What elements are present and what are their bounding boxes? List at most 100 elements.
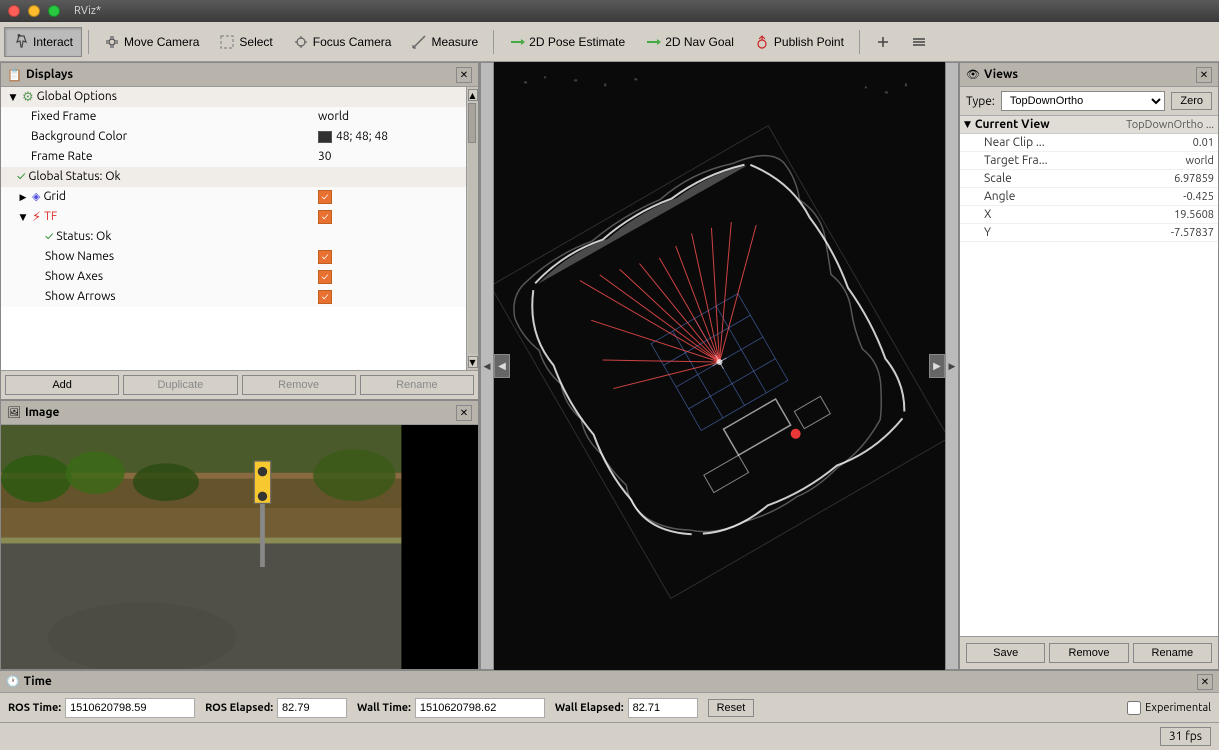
show-arrows-label: Show Arrows <box>45 288 116 306</box>
nav-goal-button[interactable]: 2D Nav Goal <box>636 27 743 57</box>
show-names-checkbox[interactable]: ✓ <box>318 250 332 264</box>
views-panel: 👁 Views ✕ Type: TopDownOrtho Zero ▼ Curr… <box>959 62 1219 670</box>
global-status-label: Global Status: Ok <box>28 168 120 186</box>
viewport[interactable]: ◀ ▶ <box>494 62 945 670</box>
target-frame-row[interactable]: Target Fra... world <box>960 152 1218 170</box>
views-remove-button[interactable]: Remove <box>1049 643 1128 663</box>
wall-elapsed-input[interactable] <box>628 698 698 718</box>
extra-tool-button[interactable] <box>866 27 900 57</box>
time-close-button[interactable]: ✕ <box>1197 674 1213 690</box>
add-button[interactable]: Add <box>5 375 119 395</box>
tf-status-label: Status: Ok <box>56 228 111 246</box>
measure-button[interactable]: Measure <box>402 27 487 57</box>
scale-label: Scale <box>984 172 1174 185</box>
grid-expand[interactable]: ▶ <box>17 191 29 203</box>
viewport-right-arrow[interactable]: ▶ <box>929 354 945 378</box>
show-axes-checkbox[interactable]: ✓ <box>318 270 332 284</box>
camera-image <box>1 425 478 669</box>
displays-panel: 📋 Displays ✕ ▼ ⚙ Global Options <box>0 62 479 400</box>
pose-estimate-button[interactable]: 2D Pose Estimate <box>500 27 634 57</box>
views-close-button[interactable]: ✕ <box>1196 67 1212 83</box>
near-clip-row[interactable]: Near Clip ... 0.01 <box>960 134 1218 152</box>
background-color-label: Background Color <box>31 128 127 146</box>
views-rename-button[interactable]: Rename <box>1133 643 1212 663</box>
current-view-header[interactable]: ▼ Current View TopDownOrtho ... <box>960 116 1218 134</box>
zero-button[interactable]: Zero <box>1171 92 1212 110</box>
more-tools-button[interactable] <box>902 27 936 57</box>
ros-time-input[interactable] <box>65 698 195 718</box>
wall-elapsed-label: Wall Elapsed: <box>555 702 624 714</box>
fixed-frame-item[interactable]: Fixed Frame world <box>1 107 466 127</box>
nav-goal-icon <box>645 34 661 50</box>
toolbar-separator-2 <box>493 30 494 54</box>
show-arrows-checkbox[interactable]: ✓ <box>318 290 332 304</box>
maximize-btn[interactable] <box>48 5 60 17</box>
background-color-item[interactable]: Background Color 48; 48; 48 <box>1 127 466 147</box>
ros-elapsed-input[interactable] <box>277 698 347 718</box>
expand-arrow[interactable]: ▼ <box>7 91 19 103</box>
measure-icon <box>411 34 427 50</box>
remove-button[interactable]: Remove <box>242 375 356 395</box>
tf-checkbox[interactable]: ✓ <box>318 210 332 224</box>
publish-point-button[interactable]: Publish Point <box>745 27 853 57</box>
ros-time-label: ROS Time: <box>8 702 61 714</box>
x-row[interactable]: X 19.5608 <box>960 206 1218 224</box>
grid-item[interactable]: ▶ ◈ Grid ✓ <box>1 187 466 207</box>
x-label: X <box>984 208 1174 221</box>
image-close-button[interactable]: ✕ <box>456 405 472 421</box>
scale-value: 6.97859 <box>1174 173 1214 185</box>
focus-camera-button[interactable]: Focus Camera <box>284 27 401 57</box>
close-btn[interactable] <box>8 5 20 17</box>
clock-icon: 🕐 <box>6 675 20 688</box>
global-options-item[interactable]: ▼ ⚙ Global Options <box>1 87 466 107</box>
tf-expand[interactable]: ▼ <box>17 211 29 223</box>
settings-icon: ⚙ <box>22 88 34 106</box>
move-camera-button[interactable]: Move Camera <box>95 27 208 57</box>
left-collapse-arrow[interactable]: ◀ <box>480 62 494 670</box>
left-panel: 📋 Displays ✕ ▼ ⚙ Global Options <box>0 62 480 670</box>
scroll-up-arrow[interactable]: ▲ <box>468 89 478 101</box>
current-view-expand[interactable]: ▼ <box>964 119 971 130</box>
show-axes-item[interactable]: Show Axes ✓ <box>1 267 466 287</box>
minimize-btn[interactable] <box>28 5 40 17</box>
show-names-item[interactable]: Show Names ✓ <box>1 247 466 267</box>
grid-checkbox[interactable]: ✓ <box>318 190 332 204</box>
toolbar-separator <box>88 30 89 54</box>
global-status-item[interactable]: ✓ Global Status: Ok <box>1 167 466 187</box>
displays-close-button[interactable]: ✕ <box>456 67 472 83</box>
color-swatch <box>318 131 332 143</box>
tf-item[interactable]: ▼ ⚡ TF ✓ <box>1 207 466 227</box>
dropdown-icon <box>911 34 927 50</box>
reset-button[interactable]: Reset <box>708 699 755 717</box>
fps-display: 31 fps <box>1160 727 1211 746</box>
time-header: 🕐 Time ✕ <box>0 671 1219 693</box>
scroll-down-arrow[interactable]: ▼ <box>468 356 478 368</box>
toolbar: Interact Move Camera Select Focus Camera… <box>0 22 1219 62</box>
viewport-left-arrow[interactable]: ◀ <box>494 354 510 378</box>
fps-bar: 31 fps <box>0 722 1219 750</box>
experimental-checkbox[interactable] <box>1127 701 1141 715</box>
y-row[interactable]: Y -7.57837 <box>960 224 1218 242</box>
frame-rate-item[interactable]: Frame Rate 30 <box>1 147 466 167</box>
show-axes-label: Show Axes <box>45 268 103 286</box>
tf-label: TF <box>44 208 57 226</box>
rename-button[interactable]: Rename <box>360 375 474 395</box>
ros-elapsed-field: ROS Elapsed: <box>205 698 347 718</box>
views-save-button[interactable]: Save <box>966 643 1045 663</box>
global-options-label: Global Options <box>37 88 117 106</box>
displays-scrollbar[interactable]: ▲ ▼ <box>466 87 478 370</box>
wall-time-input[interactable] <box>415 698 545 718</box>
type-select[interactable]: TopDownOrtho <box>1001 91 1166 111</box>
right-collapse-arrow[interactable]: ▶ <box>945 62 959 670</box>
scale-row[interactable]: Scale 6.97859 <box>960 170 1218 188</box>
tf-icon: ⚡ <box>32 208 41 226</box>
angle-row[interactable]: Angle -0.425 <box>960 188 1218 206</box>
views-title: Views <box>984 68 1018 81</box>
views-tree: ▼ Current View TopDownOrtho ... Near Cli… <box>960 116 1218 636</box>
tf-status-item[interactable]: ✓ Status: Ok <box>1 227 466 247</box>
frame-rate-value: 30 <box>318 148 332 166</box>
select-button[interactable]: Select <box>210 27 281 57</box>
duplicate-button[interactable]: Duplicate <box>123 375 237 395</box>
interact-button[interactable]: Interact <box>4 27 82 57</box>
show-arrows-item[interactable]: Show Arrows ✓ <box>1 287 466 307</box>
